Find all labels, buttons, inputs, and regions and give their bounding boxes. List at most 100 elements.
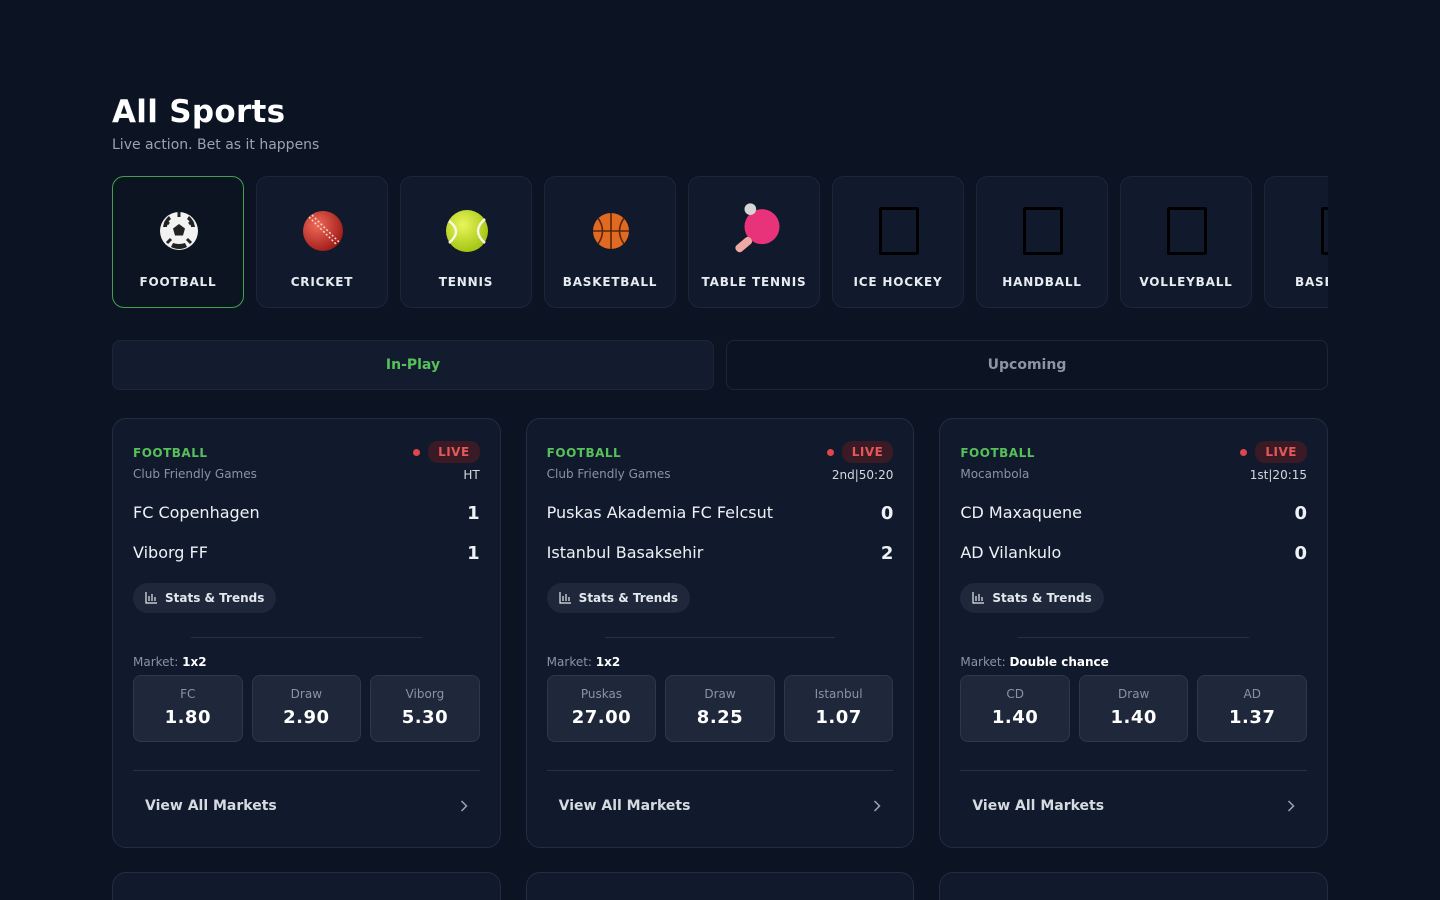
market-label: Market: Double chance [960,655,1108,669]
match-sport: FOOTBALL [133,446,208,460]
view-all-markets-link[interactable]: View All Markets [145,798,468,814]
match-card[interactable]: FOOTBALL Club Friendly Games LIVE HT FC … [112,418,501,848]
home-team-name: FC Copenhagen [133,503,260,522]
odd-label: Draw [704,687,736,701]
odd-button[interactable]: Viborg 5.30 [370,675,480,742]
away-team-name: Viborg FF [133,543,208,562]
live-dot-icon [826,448,834,456]
sports-carousel[interactable]: FOOTBALL CRICKET TENNIS BASKETBALL TABLE… [112,176,1328,308]
odd-value: 5.30 [401,707,449,728]
sport-ice-hockey[interactable]: ICE HOCKEY [832,176,964,308]
odd-button[interactable]: AD 1.37 [1197,675,1308,742]
missing-glyph-icon [1321,207,1328,255]
odd-button[interactable]: FC 1.80 [133,675,243,742]
market-label: Market: 1x2 [133,655,207,669]
sport-label: TABLE TENNIS [701,275,807,289]
sport-label: ICE HOCKEY [853,275,943,289]
match-cards-next-row [112,872,1329,900]
live-badge: LIVE [841,441,894,463]
live-badge: LIVE [1255,441,1308,463]
odd-value: 2.90 [283,707,330,728]
sport-cricket[interactable]: CRICKET [256,176,388,308]
chevron-right-icon [460,800,468,812]
home-team-row: CD Maxaquene 0 [960,503,1307,524]
odd-value: 1.40 [991,707,1039,728]
match-card[interactable] [112,872,501,900]
away-team-score: 0 [1294,543,1308,564]
divider [960,770,1308,771]
live-dot-icon [1240,448,1248,456]
stats-trends-button[interactable]: Stats & Trends [133,583,277,613]
sport-baseball[interactable]: BASE [1264,176,1328,308]
sport-handball[interactable]: HANDBALL [976,176,1108,308]
market-name: 1x2 [182,655,207,669]
match-card[interactable] [939,872,1329,900]
basketball-icon [593,213,629,249]
odds-row: Puskas 27.00 Draw 8.25 Istanbul 1.07 [546,675,894,742]
stats-trends-button[interactable]: Stats & Trends [546,583,691,613]
divider [604,637,836,638]
sport-volleyball[interactable]: VOLLEYBALL [1120,176,1252,308]
market-prefix: Market: [960,655,1006,669]
market-label: Market: 1x2 [547,655,621,669]
live-indicator: LIVE [826,440,894,464]
chevron-right-icon [1287,800,1295,812]
sport-label: VOLLEYBALL [1139,275,1233,289]
view-all-markets-label: View All Markets [145,798,277,814]
home-team-row: FC Copenhagen 1 [133,503,480,524]
odd-label: Draw [1118,687,1150,701]
odd-button[interactable]: Draw 1.40 [1078,675,1189,742]
home-team-name: CD Maxaquene [960,503,1082,522]
stats-trends-label: Stats & Trends [992,591,1092,605]
stats-trends-label: Stats & Trends [578,591,679,605]
page-title: All Sports [112,94,286,130]
divider [133,770,480,771]
stats-trends-button[interactable]: Stats & Trends [960,583,1104,613]
cricket-ball-icon [303,211,343,251]
away-team-score: 2 [880,543,894,564]
match-time: 1st|20:15 [1249,468,1308,482]
live-badge: LIVE [428,441,480,463]
odd-label: Viborg [405,687,445,701]
sport-tennis[interactable]: TENNIS [400,176,532,308]
odd-button[interactable]: Puskas 27.00 [546,675,657,742]
odd-button[interactable]: Draw 2.90 [251,675,362,742]
bar-chart-icon [972,592,985,604]
odd-button[interactable]: CD 1.40 [960,675,1070,742]
sport-table-tennis[interactable]: TABLE TENNIS [688,176,820,308]
table-tennis-icon [735,203,780,253]
match-card[interactable] [525,872,915,900]
view-all-markets-link[interactable]: View All Markets [559,798,882,814]
sport-basketball[interactable]: BASKETBALL [544,176,676,308]
sport-label: FOOTBALL [139,275,217,289]
view-all-markets-link[interactable]: View All Markets [972,798,1295,814]
match-cards: FOOTBALL Club Friendly Games LIVE HT FC … [112,418,1329,848]
home-team-row: Puskas Akademia FC Felcsut 0 [547,503,894,524]
football-icon [160,212,198,250]
away-team-row: AD Vilankulo 0 [960,543,1307,564]
match-card[interactable]: FOOTBALL Mocambola LIVE 1st|20:15 CD Max… [939,418,1329,848]
odd-button[interactable]: Draw 8.25 [665,675,775,742]
stats-trends-label: Stats & Trends [165,591,265,605]
match-sport: FOOTBALL [546,446,622,460]
match-time: HT [463,468,480,482]
divider [546,770,894,771]
missing-glyph-icon [1167,207,1207,255]
away-team-row: Viborg FF 1 [133,543,480,564]
odd-button[interactable]: Istanbul 1.07 [783,675,894,742]
home-team-name: Puskas Akademia FC Felcsut [546,503,774,522]
match-league: Club Friendly Games [133,467,257,481]
sport-label: HANDBALL [1002,275,1082,289]
match-card[interactable]: FOOTBALL Club Friendly Games LIVE 2nd|50… [525,418,915,848]
odds-row: CD 1.40 Draw 1.40 AD 1.37 [960,675,1308,742]
tab-upcoming[interactable]: Upcoming [726,340,1328,390]
tab-in-play[interactable]: In-Play [112,340,714,390]
market-prefix: Market: [133,655,179,669]
live-indicator: LIVE [1240,440,1308,464]
sport-football[interactable]: FOOTBALL [112,176,244,308]
odd-value: 27.00 [571,707,632,728]
divider [1018,637,1250,638]
match-tabs: In-Play Upcoming [112,340,1328,390]
view-all-markets-label: View All Markets [972,798,1105,814]
bar-chart-icon [559,592,571,604]
